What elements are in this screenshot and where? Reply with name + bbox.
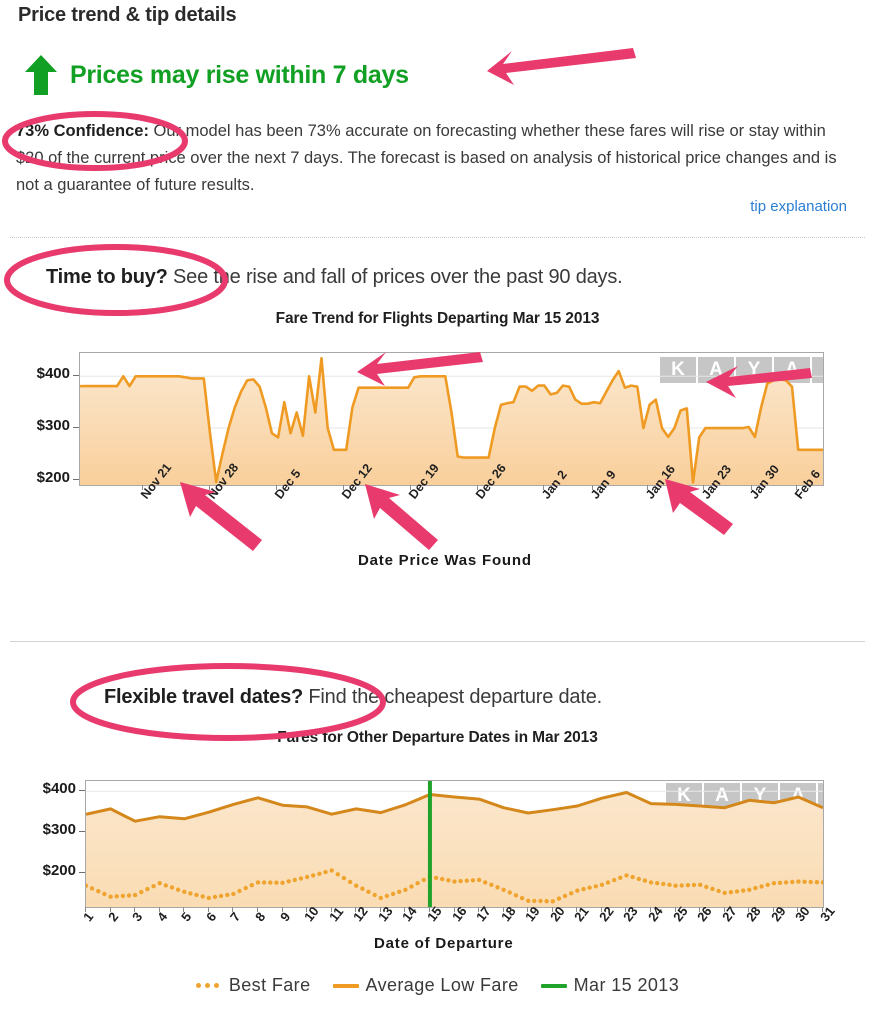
y-axis-tick-label: $200 bbox=[42, 862, 76, 880]
x-axis-day-label: 9 bbox=[276, 909, 293, 925]
other-dates-series bbox=[86, 781, 823, 907]
legend-line-swatch bbox=[332, 983, 359, 988]
x-axis-day-label: 2 bbox=[104, 909, 121, 925]
time-to-buy-subtext: See the rise and fall of prices over the… bbox=[167, 266, 623, 288]
y-axis-tick-mark bbox=[79, 790, 85, 792]
confidence-paragraph: 73% Confidence: Our model has been 73% a… bbox=[16, 118, 856, 199]
flexible-dates-subtext: Find the cheapest departure date. bbox=[303, 686, 602, 708]
legend-line-swatch bbox=[540, 983, 567, 988]
y-axis-tick-label: $400 bbox=[36, 365, 70, 383]
divider-top bbox=[10, 237, 865, 238]
legend-item[interactable]: Best Fare bbox=[195, 975, 311, 996]
y-axis-tick-mark bbox=[79, 831, 85, 833]
legend-item[interactable]: Average Low Fare bbox=[332, 975, 519, 996]
x-axis-day-label: 1 bbox=[80, 909, 97, 925]
x-axis-day-label: 8 bbox=[251, 909, 269, 925]
legend-label: Best Fare bbox=[228, 975, 311, 995]
y-axis-tick-label: $400 bbox=[42, 780, 76, 798]
time-to-buy-lead: Time to buy? See the rise and fall of pr… bbox=[46, 266, 623, 289]
fare-trend-plot-area: KAYAK bbox=[79, 352, 824, 486]
other-dates-chart-title: Fares for Other Departure Dates in Mar 2… bbox=[277, 729, 598, 746]
forecast-banner: Prices may rise within 7 days bbox=[24, 54, 409, 96]
fare-trend-x-axis-title: Date Price Was Found bbox=[358, 552, 532, 569]
y-axis-tick-label: $300 bbox=[36, 417, 70, 435]
page-title: Price trend & tip details bbox=[18, 4, 237, 26]
x-axis-day-label: 6 bbox=[202, 909, 220, 925]
forecast-text: Prices may rise within 7 days bbox=[70, 60, 409, 89]
x-axis-day-label: 5 bbox=[178, 909, 195, 925]
divider-middle bbox=[10, 641, 865, 642]
legend-item[interactable]: Mar 15 2013 bbox=[540, 975, 680, 996]
y-axis-tick-mark bbox=[79, 872, 85, 874]
fare-trend-series bbox=[80, 356, 823, 485]
confidence-label: 73% Confidence: bbox=[16, 122, 149, 140]
fare-trend-chart-title: Fare Trend for Flights Departing Mar 15 … bbox=[275, 310, 600, 327]
legend-dotted-swatch bbox=[195, 983, 222, 988]
y-axis-tick-mark bbox=[73, 375, 79, 377]
other-dates-chart: KAYAK $200$300$400 123456789101112131415… bbox=[0, 760, 875, 952]
flexible-dates-heading: Flexible travel dates? bbox=[104, 686, 304, 708]
other-dates-x-axis-title: Date of Departure bbox=[374, 935, 514, 952]
flexible-dates-lead: Flexible travel dates? Find the cheapest… bbox=[104, 686, 602, 709]
fare-trend-chart: KAYAK $200$300$400 Nov 21Nov 28Dec 5Dec … bbox=[0, 340, 875, 570]
x-axis-day-label: 4 bbox=[153, 909, 170, 925]
y-axis-tick-label: $200 bbox=[36, 468, 70, 486]
x-axis-day-label: 7 bbox=[227, 909, 244, 925]
y-axis-tick-mark bbox=[73, 427, 79, 429]
arrow-forecast-annotation bbox=[487, 48, 636, 85]
x-axis-day-label: 3 bbox=[129, 909, 146, 925]
up-arrow-icon bbox=[25, 55, 57, 95]
other-dates-plot-area: KAYAK bbox=[85, 780, 824, 908]
y-axis-tick-mark bbox=[73, 478, 79, 480]
tip-explanation-link[interactable]: tip explanation bbox=[750, 198, 847, 215]
time-to-buy-heading: Time to buy? bbox=[46, 266, 168, 288]
legend-label: Average Low Fare bbox=[365, 975, 519, 995]
legend-label: Mar 15 2013 bbox=[573, 975, 680, 995]
chart-legend: Best Fare Average Low Fare Mar 15 2013 bbox=[0, 975, 875, 996]
y-axis-tick-label: $300 bbox=[42, 821, 76, 839]
